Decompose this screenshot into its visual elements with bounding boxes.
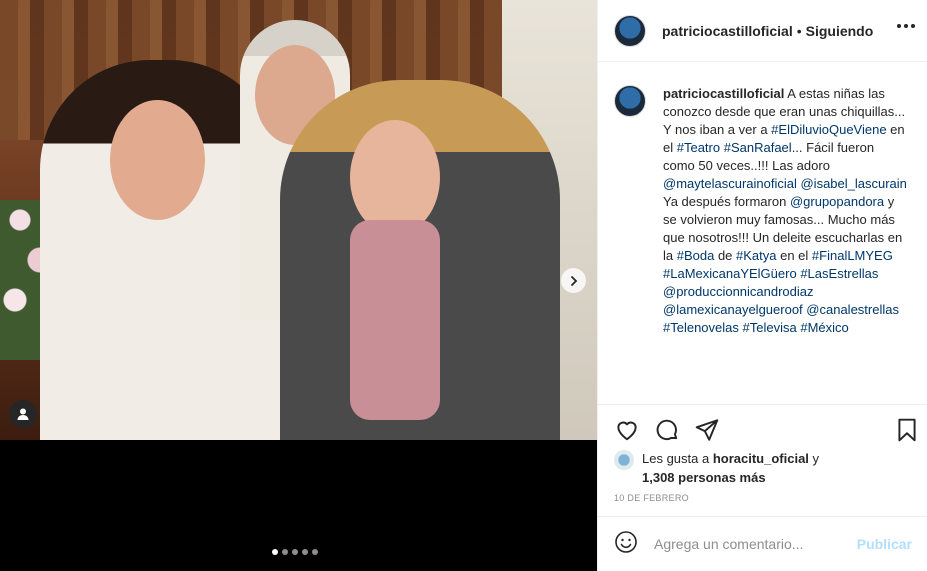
caption-username[interactable]: patriciocastilloficial: [663, 86, 784, 101]
caption-link[interactable]: @maytelascurainoficial: [663, 176, 797, 191]
carousel-dot: [312, 549, 318, 555]
caption-link[interactable]: #Televisa: [743, 320, 797, 335]
caption-link[interactable]: #Telenovelas: [663, 320, 739, 335]
action-bar: [598, 404, 927, 452]
caption-link[interactable]: @grupopandora: [790, 194, 884, 209]
more-options-icon[interactable]: [897, 24, 915, 28]
carousel-dot: [292, 549, 298, 555]
carousel-dot: [302, 549, 308, 555]
post-media: [0, 0, 597, 571]
caption-text: patriciocastilloficial A estas niñas las…: [663, 85, 908, 337]
caption-link[interactable]: #Katya: [736, 248, 776, 263]
photo-person-right: [280, 80, 560, 440]
post-photo[interactable]: [0, 0, 597, 440]
likes-user[interactable]: horacitu_oficial: [713, 451, 809, 466]
caption-link[interactable]: #SanRafael: [724, 140, 792, 155]
post-header: patriciocastilloficial • Siguiendo: [598, 0, 927, 62]
likes-text: Les gusta a horacitu_oficial y 1,308 per…: [642, 449, 872, 487]
likes-prefix: Les gusta a: [642, 451, 710, 466]
caption-link[interactable]: @isabel_lascurain: [800, 176, 906, 191]
caption-link[interactable]: #LasEstrellas: [800, 266, 878, 281]
caption-section: patriciocastilloficial A estas niñas las…: [598, 62, 927, 400]
heart-icon[interactable]: [614, 417, 640, 443]
following-button[interactable]: Siguiendo: [806, 23, 874, 39]
header-separator: •: [796, 22, 802, 39]
caption-avatar[interactable]: [614, 85, 646, 117]
liker-avatar[interactable]: [614, 450, 634, 470]
post-sidebar: patriciocastilloficial • Siguiendo patri…: [597, 0, 927, 571]
bookmark-icon[interactable]: [894, 417, 920, 443]
carousel-dot: [272, 549, 278, 555]
share-icon[interactable]: [694, 417, 720, 443]
header-username[interactable]: patriciocastilloficial: [662, 23, 793, 39]
caption-text-segment: Ya después formaron: [663, 194, 790, 209]
caption-text-segment: en el: [776, 248, 812, 263]
caption-link[interactable]: @lamexicanayelgueroof: [663, 302, 803, 317]
likes-section: Les gusta a horacitu_oficial y 1,308 per…: [614, 449, 872, 487]
comment-icon[interactable]: [654, 417, 680, 443]
avatar[interactable]: [614, 14, 646, 47]
carousel-dot: [282, 549, 288, 555]
caption-link[interactable]: #Teatro: [677, 140, 720, 155]
caption: patriciocastilloficial A estas niñas las…: [614, 85, 912, 337]
caption-link[interactable]: #ElDiluvioQueViene: [771, 122, 886, 137]
caption-text-segment: de: [714, 248, 737, 263]
user-tag-icon[interactable]: [9, 400, 37, 428]
emoji-icon[interactable]: [614, 530, 638, 559]
caption-link[interactable]: #Boda: [677, 248, 715, 263]
likes-count[interactable]: 1,308 personas más: [642, 470, 766, 485]
caption-link[interactable]: #FinalLMYEG: [812, 248, 893, 263]
chevron-right-icon[interactable]: [561, 268, 586, 293]
caption-body: A estas niñas las conozco desde que eran…: [663, 86, 907, 335]
comment-input[interactable]: Agrega un comentario...: [654, 536, 857, 552]
post-comment-button[interactable]: Publicar: [857, 536, 912, 552]
likes-and: y: [812, 451, 820, 466]
caption-link[interactable]: @canalestrellas: [806, 302, 899, 317]
caption-link[interactable]: #LaMexicanaYElGüero: [663, 266, 797, 281]
carousel-dots: [272, 549, 318, 555]
comment-bar: Agrega un comentario... Publicar: [598, 516, 927, 571]
post-date[interactable]: 10 DE FEBRERO: [614, 493, 689, 503]
caption-link[interactable]: #México: [800, 320, 848, 335]
caption-link[interactable]: @produccionnicandrodiaz: [663, 284, 814, 299]
